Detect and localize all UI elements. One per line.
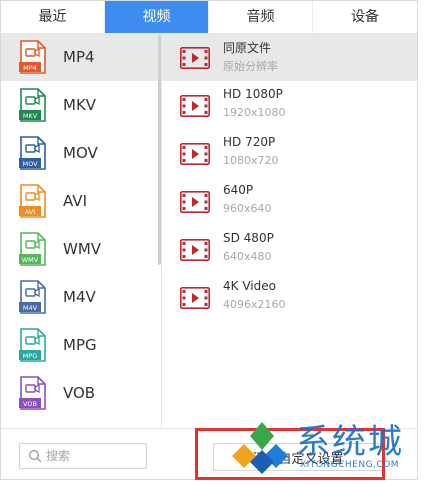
preset-item[interactable]: HD 1080P 1920x1080 xyxy=(162,81,417,129)
format-item-mp4[interactable]: MP4 MP4 xyxy=(1,33,161,81)
video-film-icon xyxy=(180,47,210,69)
format-label: MOV xyxy=(63,144,98,162)
preset-resolution: 1920x1080 xyxy=(223,106,286,119)
format-item-vob[interactable]: VOB VOB xyxy=(1,369,161,417)
preset-name: 同原文件 xyxy=(223,41,272,55)
m4v-file-icon: M4V xyxy=(19,280,46,314)
search-input[interactable] xyxy=(46,447,142,465)
format-item-mkv[interactable]: MKV MKV xyxy=(1,81,161,129)
category-tabs: 最近 视频 音频 设备 xyxy=(1,1,417,34)
format-list-scrollbar[interactable] xyxy=(158,35,161,265)
video-film-icon xyxy=(180,95,210,117)
avi-file-icon: AVI xyxy=(19,184,46,218)
mov-file-icon: MOV xyxy=(19,136,46,170)
search-box[interactable] xyxy=(19,443,147,469)
preset-resolution: 1080x720 xyxy=(223,154,279,167)
preset-item[interactable]: SD 480P 640x480 xyxy=(162,225,417,273)
format-tag: VOB xyxy=(23,400,37,408)
format-list: MP4 MP4 MKV MKV MOV MOV AVI AVI WMV WMV M4V M4V MPG M… xyxy=(1,33,162,428)
preset-resolution: 640x480 xyxy=(223,250,272,263)
mpg-file-icon: MPG xyxy=(19,328,46,362)
tab-device[interactable]: 设备 xyxy=(313,1,417,33)
bottom-bar: 添加自定义设置 xyxy=(1,428,417,482)
format-item-avi[interactable]: AVI AVI xyxy=(1,177,161,225)
video-film-icon xyxy=(180,287,210,309)
format-label: MKV xyxy=(63,96,97,114)
format-item-m4v[interactable]: M4V M4V xyxy=(1,273,161,321)
preset-item[interactable]: 4K Video 4096x2160 xyxy=(162,273,417,321)
preset-item[interactable]: 640P 960x640 xyxy=(162,177,417,225)
format-tag: AVI xyxy=(25,208,35,216)
format-item-mov[interactable]: MOV MOV xyxy=(1,129,161,177)
format-label: WMV xyxy=(63,240,102,258)
vob-file-icon: VOB xyxy=(19,376,46,410)
preset-resolution: 原始分辨率 xyxy=(223,60,278,73)
format-item-wmv[interactable]: WMV WMV xyxy=(1,225,161,273)
format-tag: MKV xyxy=(23,112,38,120)
mkv-file-icon: MKV xyxy=(19,88,46,122)
preset-item[interactable]: HD 720P 1080x720 xyxy=(162,129,417,177)
preset-name: SD 480P xyxy=(223,231,274,245)
format-label: MPG xyxy=(63,336,97,354)
format-tag: MPG xyxy=(23,352,38,360)
mp4-file-icon: MP4 xyxy=(19,40,46,74)
format-picker-panel: 最近 视频 音频 设备 MP4 MP4 MKV MKV MOV MOV AVI AVI WMV W… xyxy=(0,0,418,480)
format-tag: MP4 xyxy=(23,64,37,72)
video-film-icon xyxy=(180,143,210,165)
preset-resolution: 960x640 xyxy=(223,202,272,215)
preset-resolution: 4096x2160 xyxy=(223,298,286,311)
tab-recent[interactable]: 最近 xyxy=(1,1,105,33)
format-label: MP4 xyxy=(63,48,95,66)
add-custom-settings-button[interactable]: 添加自定义设置 xyxy=(213,443,383,471)
video-film-icon xyxy=(180,239,210,261)
search-icon xyxy=(29,450,42,463)
format-tag: MOV xyxy=(22,160,38,168)
preset-item[interactable]: 同原文件 原始分辨率 xyxy=(162,33,417,81)
preset-name: 4K Video xyxy=(223,279,276,293)
wmv-file-icon: WMV xyxy=(19,232,46,266)
format-label: AVI xyxy=(63,192,87,210)
preset-name: HD 720P xyxy=(223,135,276,149)
tab-audio[interactable]: 音频 xyxy=(209,1,313,33)
preset-name: HD 1080P xyxy=(223,87,283,101)
format-label: VOB xyxy=(63,384,96,402)
video-film-icon xyxy=(180,191,210,213)
format-label: M4V xyxy=(63,288,96,306)
format-item-mpg[interactable]: MPG MPG xyxy=(1,321,161,369)
preset-name: 640P xyxy=(223,183,254,197)
preset-list: 同原文件原始分辨率 HD 1080P 1920x1080 HD 720P 1080x72… xyxy=(162,33,417,428)
format-tag: WMV xyxy=(22,256,39,264)
tab-video[interactable]: 视频 xyxy=(105,1,209,33)
format-tag: M4V xyxy=(23,304,38,312)
